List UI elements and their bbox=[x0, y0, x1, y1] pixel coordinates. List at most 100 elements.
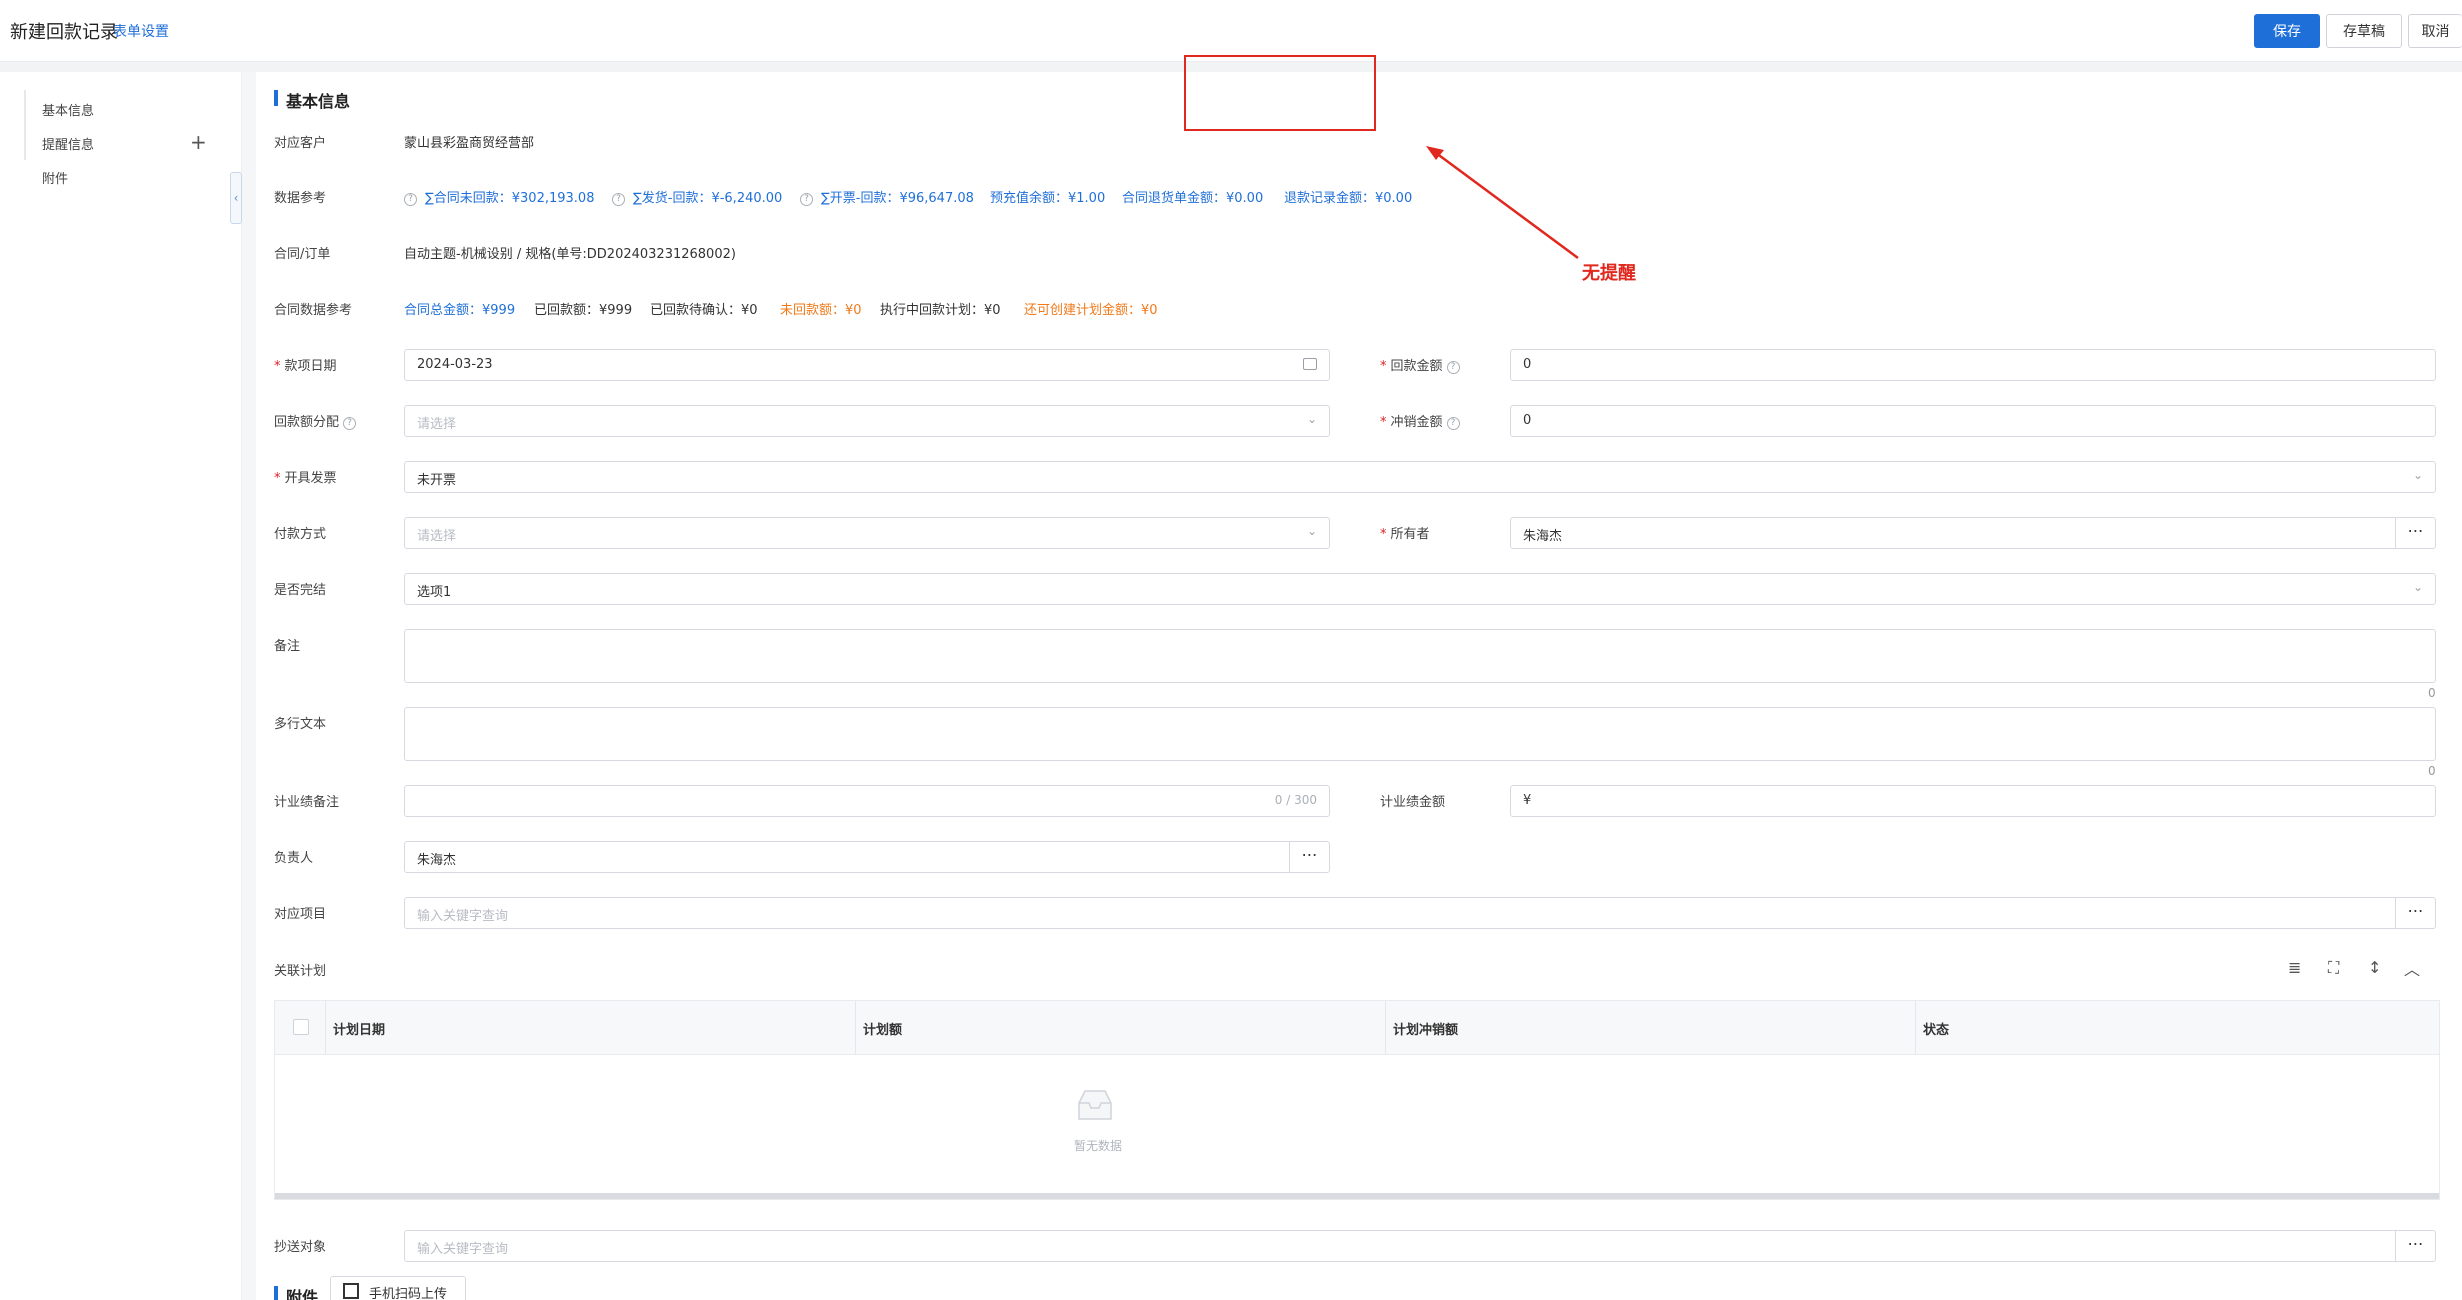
section-title-basic-info: 基本信息 bbox=[274, 88, 350, 112]
annotation-box bbox=[1184, 55, 1376, 131]
help-icon: ? bbox=[1446, 361, 1460, 374]
section-title-attachment: 附件 bbox=[274, 1284, 318, 1300]
customer-label: 对应客户 bbox=[274, 136, 327, 151]
add-reminder-icon[interactable]: + bbox=[190, 130, 207, 154]
form-main: 基本信息 对应客户 蒙山县彩盈商贸经营部 数据参考 ? ∑合同未回款：¥302,1… bbox=[256, 72, 2462, 1300]
nav-item-reminder[interactable]: 提醒信息 bbox=[42, 134, 94, 153]
contract-value: 自动主题-机械设别 / 规格(单号:DD202403231268002) bbox=[404, 247, 736, 262]
contract-label: 合同/订单 bbox=[274, 247, 331, 262]
remark-label: 备注 bbox=[274, 639, 301, 654]
more-icon[interactable]: ⋯ bbox=[2395, 898, 2435, 928]
more-icon[interactable]: ⋯ bbox=[2395, 518, 2435, 548]
completed-label: 是否完结 bbox=[274, 583, 327, 598]
plan-table: 计划日期 计划额 计划冲销额 状态 暂无数据 bbox=[274, 1000, 2440, 1200]
cancel-button[interactable]: 取消 bbox=[2408, 14, 2462, 48]
pay-method-select[interactable]: 请选择 ⌄ bbox=[404, 517, 1330, 549]
writeoff-label: * 冲销金额? bbox=[1380, 411, 1460, 430]
help-icon: ? bbox=[404, 193, 417, 206]
column-plan-date[interactable]: 计划日期 bbox=[333, 1019, 385, 1038]
help-icon: ? bbox=[1446, 417, 1460, 430]
qr-code-icon bbox=[343, 1283, 359, 1299]
project-label: 对应项目 bbox=[274, 907, 327, 922]
perf-remark-input[interactable]: 0 / 300 bbox=[404, 785, 1330, 817]
data-ref-return-order[interactable]: 合同退货单金额：¥0.00 bbox=[1122, 187, 1263, 206]
data-ref-contract-unpaid[interactable]: ? ∑合同未回款：¥302,193.08 bbox=[404, 187, 594, 206]
more-icon[interactable]: ⋯ bbox=[1289, 842, 1329, 872]
allocation-select[interactable]: 请选择 ⌄ bbox=[404, 405, 1330, 437]
content-gutter bbox=[242, 72, 256, 1300]
table-header: 计划日期 计划额 计划冲销额 状态 bbox=[275, 1001, 2439, 1055]
remark-char-count: 0 bbox=[2428, 686, 2436, 700]
owner-field[interactable]: 朱海杰 ⋯ bbox=[1510, 517, 2436, 549]
data-ref-refund-record[interactable]: 退款记录金额：¥0.00 bbox=[1284, 187, 1412, 206]
column-plan-amount[interactable]: 计划额 bbox=[863, 1019, 902, 1038]
data-ref-ship-minus-paid[interactable]: ? ∑发货-回款：¥-6,240.00 bbox=[612, 187, 782, 206]
allocation-label: 回款额分配? bbox=[274, 411, 357, 430]
nav-item-basic-info[interactable]: 基本信息 bbox=[42, 100, 94, 119]
help-icon: ? bbox=[800, 193, 813, 206]
remark-textarea[interactable] bbox=[404, 629, 2436, 683]
contract-plan-in-progress: 执行中回款计划：¥0 bbox=[880, 303, 1001, 318]
empty-text: 暂无数据 bbox=[1074, 1139, 1123, 1153]
invoice-select[interactable]: 未开票 ⌄ bbox=[404, 461, 2436, 493]
section-nav: 基本信息 提醒信息 + 附件 bbox=[4, 72, 242, 1300]
fullscreen-icon[interactable]: ⛶ bbox=[2328, 958, 2339, 978]
chevron-left-icon[interactable]: ‹ bbox=[230, 172, 242, 224]
completed-select[interactable]: 选项1 ⌄ bbox=[404, 573, 2436, 605]
multiline-textarea[interactable] bbox=[404, 707, 2436, 761]
chevron-down-icon: ⌄ bbox=[1306, 524, 1317, 538]
collapse-up-icon[interactable]: ︿ bbox=[2404, 956, 2420, 980]
column-plan-writeoff[interactable]: 计划冲销额 bbox=[1393, 1019, 1458, 1038]
column-status[interactable]: 状态 bbox=[1923, 1019, 1949, 1038]
cc-label: 抄送对象 bbox=[274, 1240, 327, 1255]
pay-method-label: 付款方式 bbox=[274, 527, 327, 542]
nav-item-attachment[interactable]: 附件 bbox=[42, 168, 68, 187]
multiline-char-count: 0 bbox=[2428, 764, 2436, 778]
row-height-icon[interactable]: ↕ bbox=[2368, 958, 2381, 977]
column-divider bbox=[1385, 1001, 1386, 1055]
chevron-down-icon: ⌄ bbox=[1306, 412, 1317, 426]
help-icon: ? bbox=[612, 193, 625, 206]
cc-field[interactable]: 输入关键字查询 ⋯ bbox=[404, 1230, 2436, 1262]
data-ref-invoice-minus-paid[interactable]: ? ∑开票-回款：¥96,647.08 bbox=[800, 187, 974, 206]
annotation-label: 无提醒 bbox=[1582, 263, 1636, 284]
column-divider bbox=[1915, 1001, 1916, 1055]
form-settings-link[interactable]: 表单设置 bbox=[113, 21, 169, 41]
select-all-checkbox[interactable] bbox=[293, 1019, 309, 1035]
project-field[interactable]: 输入关键字查询 ⋯ bbox=[404, 897, 2436, 929]
column-divider bbox=[325, 1001, 326, 1055]
empty-box-icon bbox=[1078, 1090, 1112, 1120]
contract-unreceived: 未回款额：¥0 bbox=[780, 303, 862, 318]
nav-track bbox=[24, 90, 26, 160]
multiline-label: 多行文本 bbox=[274, 717, 327, 732]
responsible-field[interactable]: 朱海杰 ⋯ bbox=[404, 841, 1330, 873]
annotation-arrow bbox=[1426, 146, 1579, 260]
save-draft-button[interactable]: 存草稿 bbox=[2326, 14, 2402, 48]
writeoff-input[interactable]: 0 bbox=[1510, 405, 2436, 437]
horizontal-scrollbar[interactable] bbox=[275, 1193, 2439, 1199]
perf-amount-input[interactable]: ¥ bbox=[1510, 785, 2436, 817]
calendar-icon bbox=[1303, 358, 1317, 370]
save-button[interactable]: 保存 bbox=[2254, 14, 2320, 48]
payment-date-field[interactable]: 2024-03-23 bbox=[404, 349, 1330, 381]
invoice-label: * 开具发票 bbox=[274, 471, 337, 486]
help-icon: ? bbox=[343, 417, 357, 430]
chevron-down-icon: ⌄ bbox=[2412, 468, 2423, 482]
chevron-down-icon: ⌄ bbox=[2412, 580, 2423, 594]
more-icon[interactable]: ⋯ bbox=[2395, 1231, 2435, 1261]
perf-remark-label: 计业绩备注 bbox=[274, 795, 340, 810]
payment-date-label: * 款项日期 bbox=[274, 359, 337, 374]
column-settings-icon[interactable]: ≣ bbox=[2288, 958, 2301, 977]
data-ref-prepaid-balance[interactable]: 预充值余额：¥1.00 bbox=[990, 187, 1105, 206]
customer-value: 蒙山县彩盈商贸经营部 bbox=[404, 136, 535, 151]
contract-received: 已回款额：¥999 bbox=[534, 303, 633, 318]
column-divider bbox=[855, 1001, 856, 1055]
page-header: 新建回款记录 表单设置 保存 存草稿 取消 bbox=[0, 0, 2462, 62]
owner-label: * 所有者 bbox=[1380, 527, 1430, 542]
perf-amount-label: 计业绩金额 bbox=[1380, 795, 1446, 810]
amount-label: * 回款金额? bbox=[1380, 355, 1460, 374]
data-ref-label: 数据参考 bbox=[274, 191, 327, 206]
contract-data-label: 合同数据参考 bbox=[274, 303, 353, 318]
amount-input[interactable]: 0 bbox=[1510, 349, 2436, 381]
mobile-scan-upload-button[interactable]: 手机扫码上传 bbox=[330, 1276, 466, 1300]
